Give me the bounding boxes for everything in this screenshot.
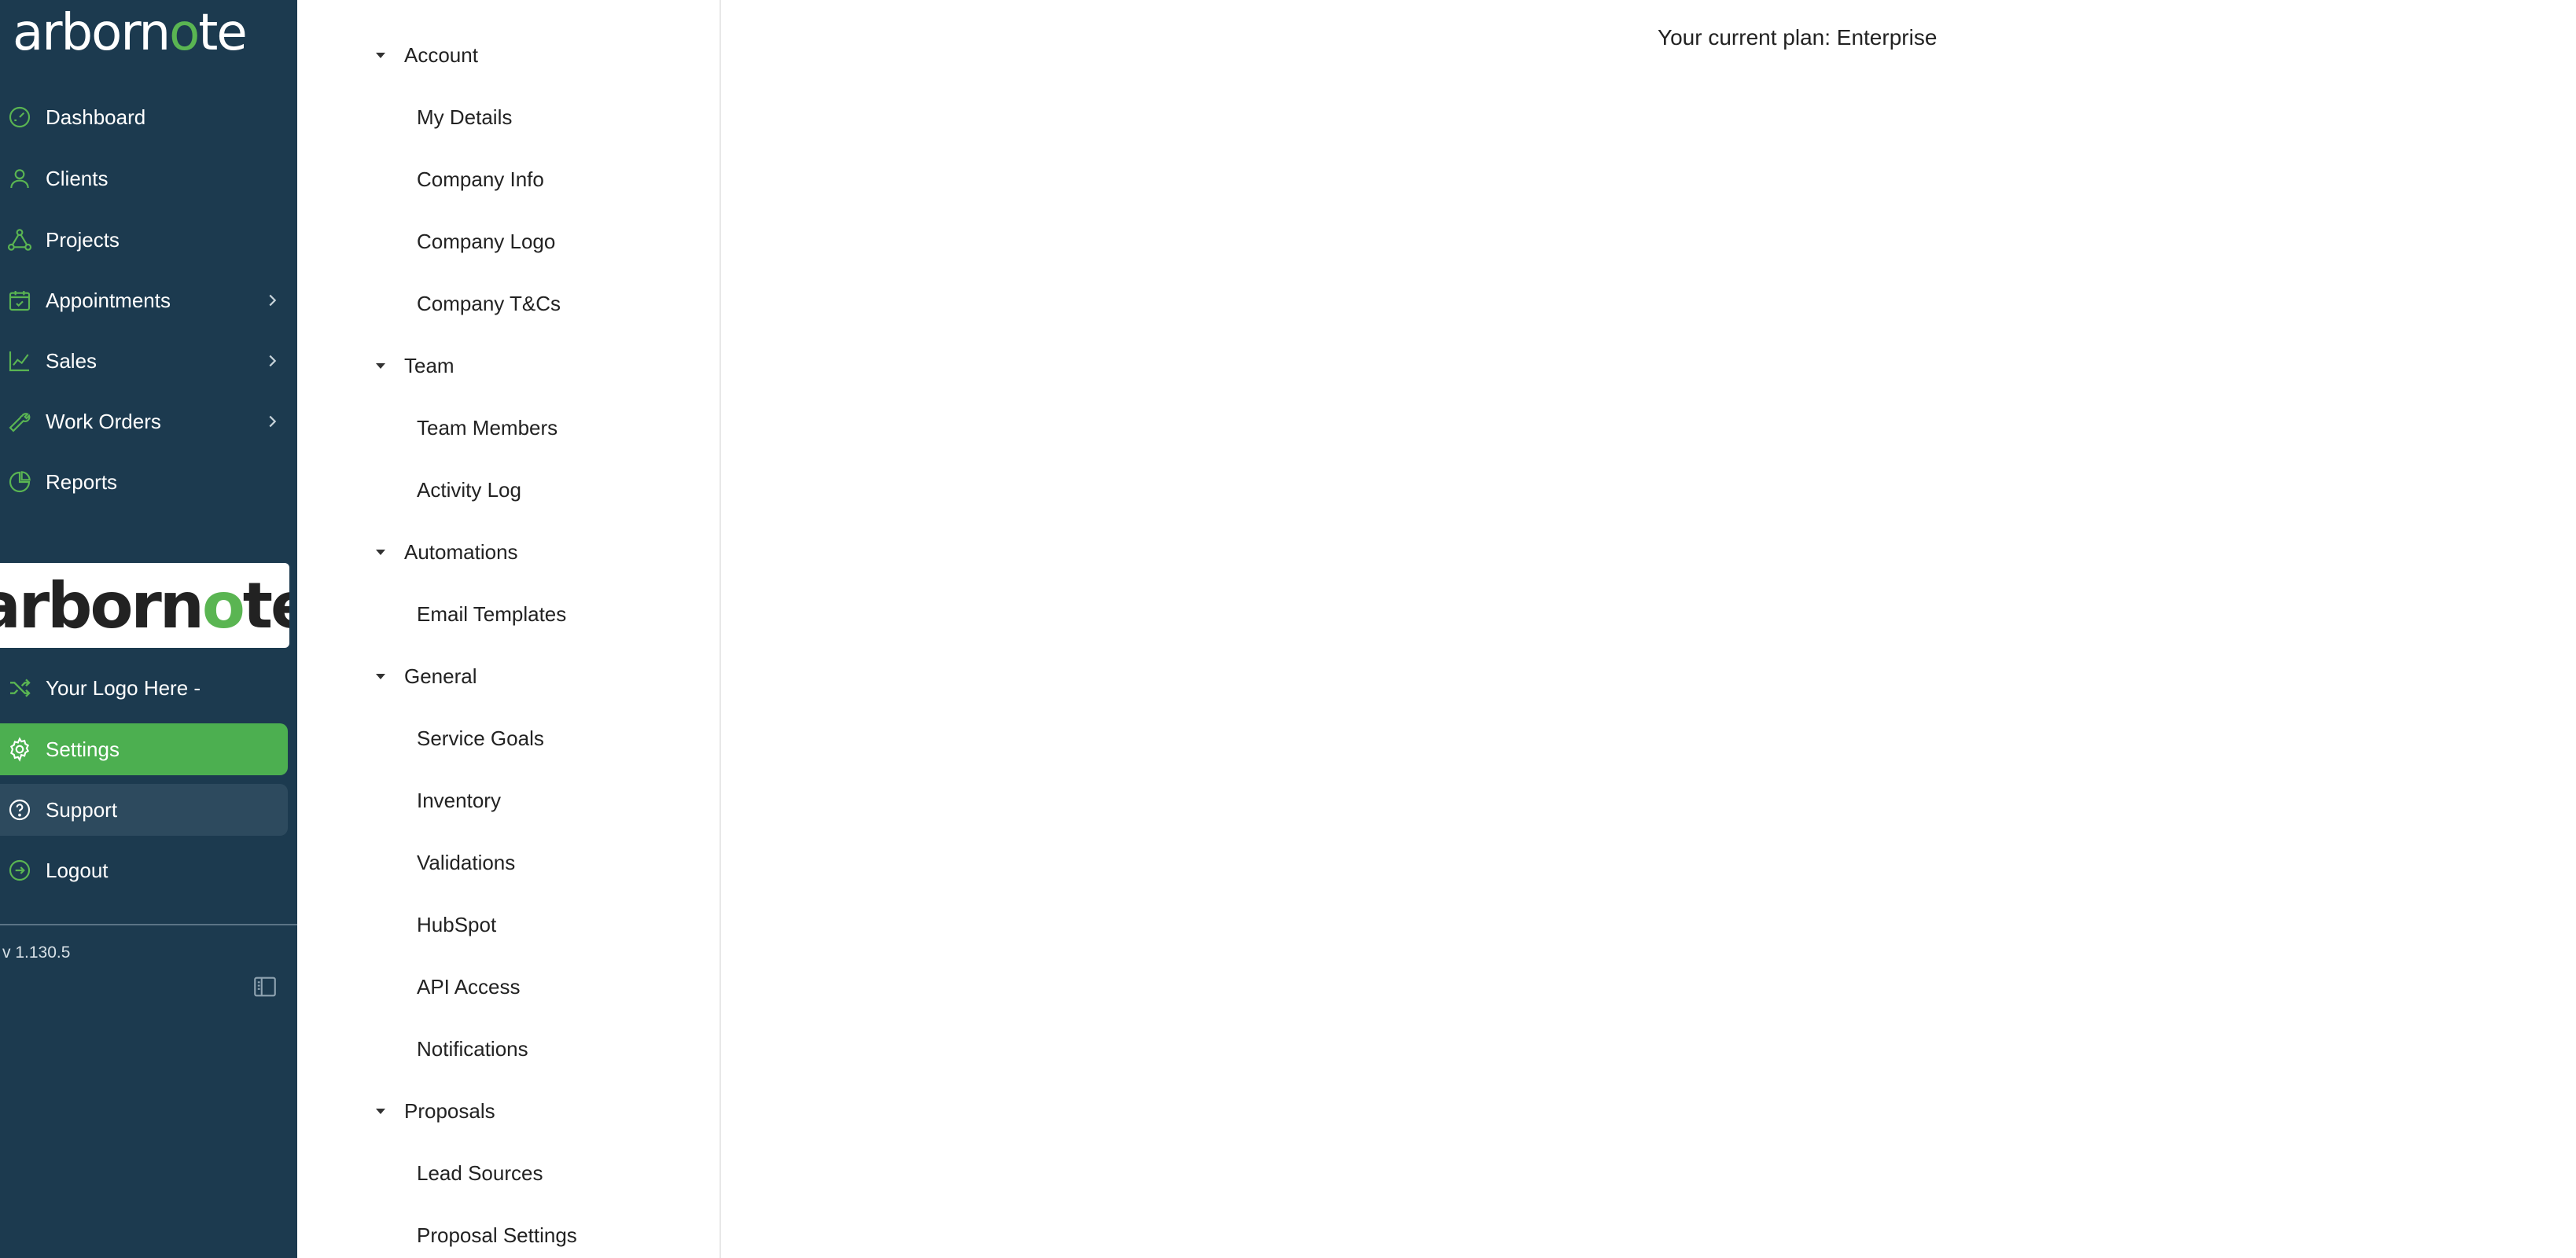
menu-group-label: Automations — [404, 539, 518, 564]
sidebar-item-label: Settings — [46, 737, 120, 761]
menu-item-notifications[interactable]: Notifications — [417, 1025, 528, 1072]
menu-item-company-info[interactable]: Company Info — [417, 156, 544, 203]
logout-icon — [0, 844, 46, 896]
menu-item-hubspot[interactable]: HubSpot — [417, 901, 496, 948]
sidebar-item-projects[interactable]: Projects — [0, 214, 288, 266]
sidebar-item-label: Dashboard — [46, 105, 146, 129]
current-plan-label: Your current plan: Enterprise — [1658, 25, 1938, 50]
shuffle-icon — [0, 662, 46, 714]
menu-item-proposal-settings[interactable]: Proposal Settings — [417, 1212, 577, 1258]
menu-group-proposals[interactable]: Proposals — [373, 1087, 495, 1135]
sidebar-item-appointments[interactable]: Appointments — [0, 274, 288, 326]
menu-group-label: Account — [404, 42, 478, 67]
menu-item-validations[interactable]: Validations — [417, 839, 515, 886]
brand-logo[interactable]: arbornote — [13, 3, 264, 63]
menu-group-automations[interactable]: Automations — [373, 528, 518, 576]
menu-item-inventory[interactable]: Inventory — [417, 777, 501, 824]
line-chart-icon — [0, 335, 46, 387]
sidebar-item-label: Reports — [46, 469, 118, 494]
menu-item-activity-log[interactable]: Activity Log — [417, 466, 521, 513]
menu-group-team[interactable]: Team — [373, 342, 454, 389]
sidebar-item-sales[interactable]: Sales — [0, 335, 288, 387]
sidebar-item-switch-account[interactable]: Your Logo Here - — [0, 662, 288, 714]
sidebar-item-logout[interactable]: Logout — [0, 844, 288, 896]
menu-item-company-tcs[interactable]: Company T&Cs — [417, 280, 561, 327]
sidebar-item-support[interactable]: Support — [0, 784, 288, 836]
menu-group-label: General — [404, 664, 477, 688]
pie-chart-icon — [0, 456, 46, 508]
sidebar-item-label: Sales — [46, 348, 98, 373]
sidebar-item-label: Clients — [46, 166, 109, 190]
dashboard-gauge-icon — [0, 91, 46, 143]
sidebar-item-label: Appointments — [46, 288, 171, 312]
menu-item-my-details[interactable]: My Details — [417, 94, 512, 141]
chevron-right-icon[interactable] — [256, 352, 288, 370]
menu-group-account[interactable]: Account — [373, 31, 478, 79]
sidebar-item-label: Support — [46, 797, 118, 822]
menu-item-api-access[interactable]: API Access — [417, 963, 521, 1010]
chevron-right-icon[interactable] — [256, 413, 288, 430]
client-logo-wordmark: arbornote — [0, 568, 289, 642]
sidebar-divider — [0, 924, 297, 925]
help-circle-icon — [0, 784, 46, 836]
sidebar-item-reports[interactable]: Reports — [0, 456, 288, 508]
sidebar-item-label: Logout — [46, 858, 109, 882]
caret-down-icon — [376, 363, 385, 369]
menu-group-label: Proposals — [404, 1098, 495, 1123]
sidebar-item-settings[interactable]: Settings — [0, 723, 288, 775]
projects-nodes-icon — [0, 214, 46, 266]
caret-down-icon — [376, 1109, 385, 1114]
caret-down-icon — [376, 674, 385, 679]
menu-group-general[interactable]: General — [373, 653, 477, 700]
sidebar-item-work-orders[interactable]: Work Orders — [0, 395, 288, 447]
menu-item-lead-sources[interactable]: Lead Sources — [417, 1149, 543, 1197]
sidebar-item-label: Work Orders — [46, 409, 161, 433]
sidebar-item-label: Projects — [46, 227, 120, 252]
brand-wordmark: arbornote — [13, 4, 248, 62]
sidebar-item-label: Your Logo Here - — [46, 675, 201, 700]
settings-menu: Account My Details Company Info Company … — [297, 0, 721, 1258]
sidebar-collapse-icon[interactable] — [252, 973, 278, 1000]
menu-item-email-templates[interactable]: Email Templates — [417, 590, 566, 638]
sidebar-item-clients[interactable]: Clients — [0, 153, 288, 204]
client-logo: arbornote — [0, 563, 289, 648]
sidebar: arbornote Dashboard Clients Projects App… — [0, 0, 297, 1258]
caret-down-icon — [376, 53, 385, 58]
gear-icon — [0, 723, 46, 775]
menu-item-team-members[interactable]: Team Members — [417, 404, 558, 451]
app-version: v 1.130.5 — [2, 944, 71, 962]
user-icon — [0, 153, 46, 204]
sidebar-item-dashboard[interactable]: Dashboard — [0, 91, 288, 143]
calendar-check-icon — [0, 274, 46, 326]
menu-item-service-goals[interactable]: Service Goals — [417, 715, 544, 762]
chevron-right-icon[interactable] — [256, 292, 288, 309]
menu-item-company-logo[interactable]: Company Logo — [417, 218, 555, 265]
menu-group-label: Team — [404, 353, 454, 377]
wrench-icon — [0, 395, 46, 447]
caret-down-icon — [376, 550, 385, 555]
